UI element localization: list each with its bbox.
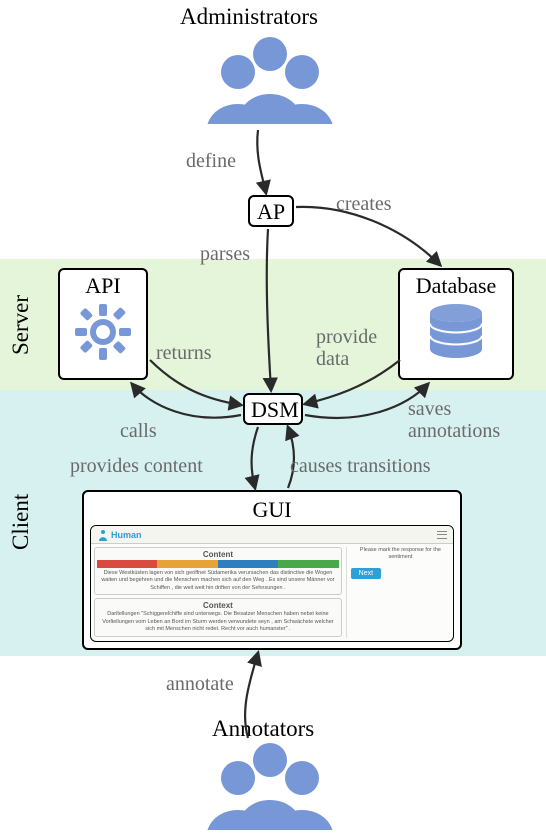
context-text: Darſtellungen "Schiggereſchiffe sind unt… <box>97 611 339 633</box>
edge-provide-data-1: provide <box>316 326 377 349</box>
server-label: Server <box>8 295 34 355</box>
edge-parses: parses <box>200 243 250 266</box>
gear-icon <box>72 301 134 363</box>
dsm-node: DSM <box>243 393 303 425</box>
api-node: API <box>58 268 148 380</box>
app-logo-text: Human <box>111 530 142 540</box>
ap-label: AP <box>250 197 292 227</box>
app-logo: Human <box>97 529 142 541</box>
gui-node: GUI Human Content Diese Westküsten <box>82 490 462 650</box>
content-text: Diese Westküsten lagen von sich geöffnet… <box>97 570 339 592</box>
edge-annotate: annotate <box>166 673 234 696</box>
ap-node: AP <box>248 195 294 227</box>
edge-creates: creates <box>336 193 392 216</box>
edge-define: define <box>186 150 236 173</box>
database-label: Database <box>410 270 503 301</box>
edge-provides-content: provides content <box>70 455 203 478</box>
content-panel-title: Content <box>97 550 339 559</box>
client-label: Client <box>8 494 34 550</box>
api-label: API <box>79 270 126 301</box>
edge-provide-data-2: data <box>316 348 349 371</box>
administrators-label: Administrators <box>180 4 318 30</box>
edge-calls: calls <box>120 420 157 443</box>
annotators-icon <box>200 740 340 826</box>
instruction-text: Please mark the response for the sentime… <box>351 547 450 562</box>
administrators-icon <box>200 34 340 120</box>
edge-causes-transitions: causes transitions <box>290 455 431 478</box>
content-legend <box>97 560 339 568</box>
gui-label: GUI <box>246 495 297 525</box>
database-icon <box>421 301 491 363</box>
database-node: Database <box>398 268 514 380</box>
edge-returns: returns <box>156 342 212 365</box>
annotators-label: Annotators <box>212 716 314 742</box>
edge-saves-2: annotations <box>408 420 500 443</box>
dsm-label: DSM <box>245 395 301 425</box>
gui-screenshot: Human Content Diese Westküsten lagen von… <box>90 525 454 642</box>
next-button[interactable]: Next <box>351 568 381 579</box>
menu-icon[interactable] <box>437 531 447 539</box>
edge-saves-1: saves <box>408 398 451 421</box>
context-panel-title: Context <box>97 601 339 610</box>
